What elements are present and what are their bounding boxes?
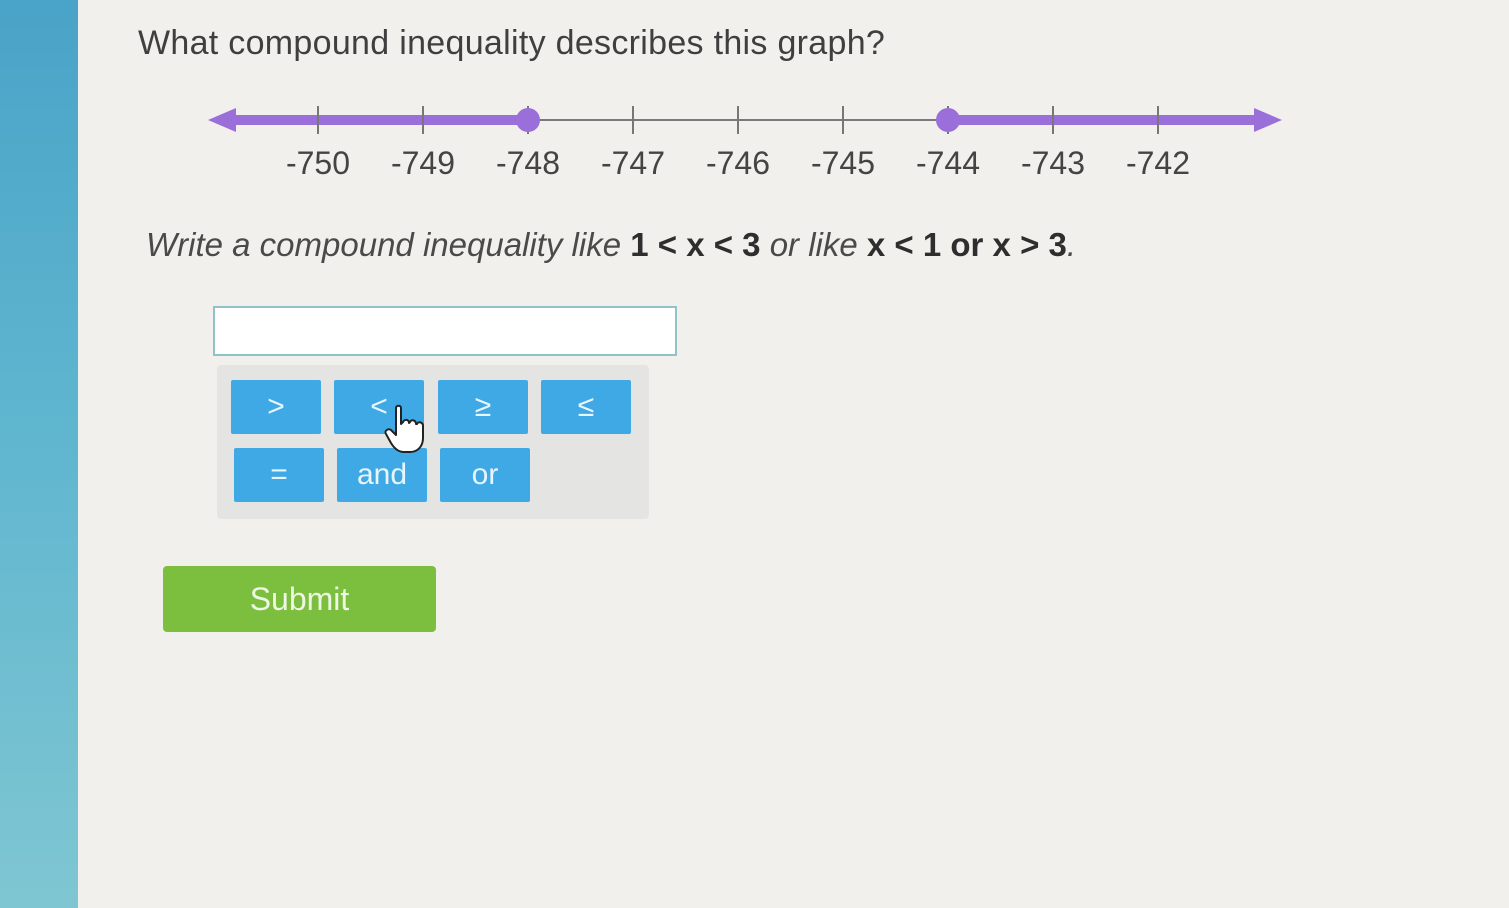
tick-label: -746: [706, 145, 770, 181]
tick-label: -749: [391, 145, 455, 181]
tick-label: -743: [1021, 145, 1085, 181]
tick-label: -748: [496, 145, 560, 181]
example-inequality-2: x < 1 or x > 3: [866, 226, 1067, 263]
tick-label: -742: [1126, 145, 1190, 181]
equals-button[interactable]: =: [234, 448, 324, 502]
greater-equal-button[interactable]: ≥: [438, 380, 528, 434]
instruction-prefix: Write a compound inequality like: [146, 226, 622, 263]
or-button[interactable]: or: [440, 448, 530, 502]
tick-label: -745: [811, 145, 875, 181]
right-arrow-icon: [1254, 108, 1282, 132]
example-inequality-1: 1 < x < 3: [630, 226, 761, 263]
left-arrow-icon: [208, 108, 236, 132]
greater-than-button[interactable]: >: [231, 380, 321, 434]
tick-label: -744: [916, 145, 980, 181]
closed-endpoint-left: [516, 108, 540, 132]
tick-label: -747: [601, 145, 665, 181]
answer-input[interactable]: [213, 306, 677, 356]
closed-endpoint-right: [936, 108, 960, 132]
instruction-text: Write a compound inequality like 1 < x <…: [146, 226, 1076, 264]
less-equal-button[interactable]: ≤: [541, 380, 631, 434]
tick-labels: -750 -749 -748 -747 -746 -745 -744 -743 -742: [286, 145, 1190, 181]
instruction-middle: or like: [769, 226, 858, 263]
instruction-suffix: .: [1066, 226, 1077, 263]
submit-button[interactable]: Submit: [163, 566, 436, 632]
and-button[interactable]: and: [337, 448, 427, 502]
hand-pointer-icon: [384, 404, 424, 453]
number-line: -750 -749 -748 -747 -746 -745 -744 -743 -742: [208, 106, 1282, 181]
tick-label: -750: [286, 145, 350, 181]
question-text: What compound inequality describes this …: [138, 24, 886, 62]
symbol-keypad: > < ≥ ≤ = and or: [217, 365, 649, 519]
